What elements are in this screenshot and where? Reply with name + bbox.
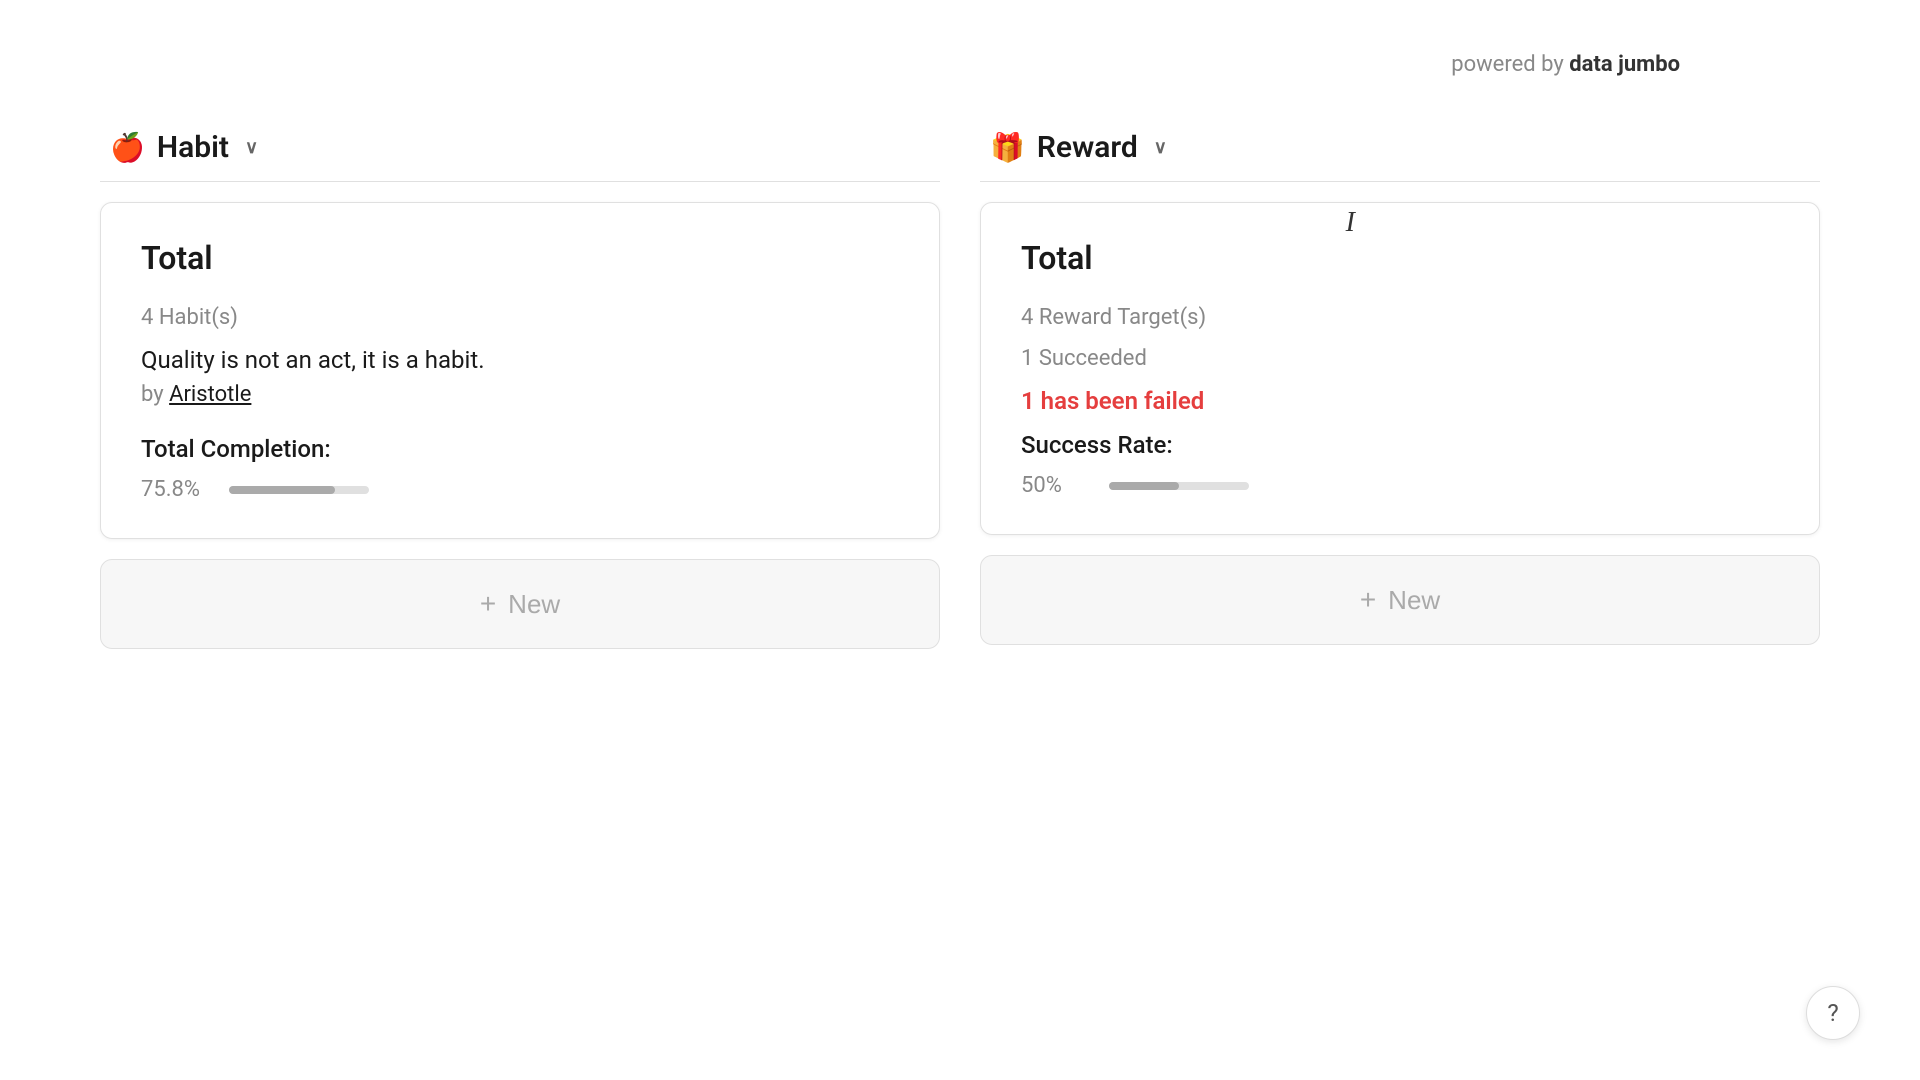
habit-progress-bar-fill xyxy=(229,486,335,494)
habit-chevron-icon[interactable]: ∨ xyxy=(245,137,258,158)
habit-completion-value: 75.8% xyxy=(141,477,211,502)
reward-failed: 1 has been failed xyxy=(1021,387,1779,415)
reward-succeeded: 1 Succeeded xyxy=(1021,346,1779,371)
powered-by-text: powered by data jumbo xyxy=(1451,52,1680,77)
reward-progress-bar-bg xyxy=(1109,482,1249,490)
help-button[interactable]: ? xyxy=(1806,986,1860,1040)
reward-progress-row: 50% xyxy=(1021,473,1779,498)
reward-title: Reward xyxy=(1037,130,1138,165)
habit-icon: 🍎 xyxy=(110,131,145,164)
brand-name: data jumbo xyxy=(1569,52,1680,77)
habit-progress-row: 75.8% xyxy=(141,477,899,502)
reward-progress-bar-fill xyxy=(1109,482,1179,490)
habit-column: 🍎 Habit ∨ Total 4 Habit(s) Quality is no… xyxy=(100,130,940,649)
reward-new-plus-icon: + xyxy=(1360,584,1376,616)
habit-author: by Aristotle xyxy=(141,382,899,407)
main-layout: 🍎 Habit ∨ Total 4 Habit(s) Quality is no… xyxy=(0,0,1920,649)
reward-new-button[interactable]: + New xyxy=(980,555,1820,645)
reward-column: 🎁 Reward ∨ Total 4 Reward Target(s) 1 Su… xyxy=(980,130,1820,649)
reward-column-header[interactable]: 🎁 Reward ∨ xyxy=(980,130,1820,182)
reward-new-label: New xyxy=(1388,585,1440,616)
habit-quote: Quality is not an act, it is a habit. xyxy=(141,346,899,374)
reward-icon: 🎁 xyxy=(990,131,1025,164)
reward-success-rate-label: Success Rate: xyxy=(1021,431,1779,459)
reward-card-title: Total xyxy=(1021,239,1779,277)
aristotle-link[interactable]: Aristotle xyxy=(169,382,251,407)
habit-title: Habit xyxy=(157,130,229,165)
habit-card: Total 4 Habit(s) Quality is not an act, … xyxy=(100,202,940,539)
reward-targets-count: 4 Reward Target(s) xyxy=(1021,305,1779,330)
habit-progress-bar-bg xyxy=(229,486,369,494)
habit-new-plus-icon: + xyxy=(480,588,496,620)
habit-count: 4 Habit(s) xyxy=(141,305,899,330)
reward-card: Total 4 Reward Target(s) 1 Succeeded 1 h… xyxy=(980,202,1820,535)
habit-completion-label: Total Completion: xyxy=(141,435,899,463)
reward-chevron-icon[interactable]: ∨ xyxy=(1154,137,1167,158)
habit-column-header[interactable]: 🍎 Habit ∨ xyxy=(100,130,940,182)
powered-by-label: powered by xyxy=(1451,52,1564,77)
habit-new-button[interactable]: + New xyxy=(100,559,940,649)
reward-success-rate-value: 50% xyxy=(1021,473,1091,498)
habit-new-label: New xyxy=(508,589,560,620)
habit-card-title: Total xyxy=(141,239,899,277)
